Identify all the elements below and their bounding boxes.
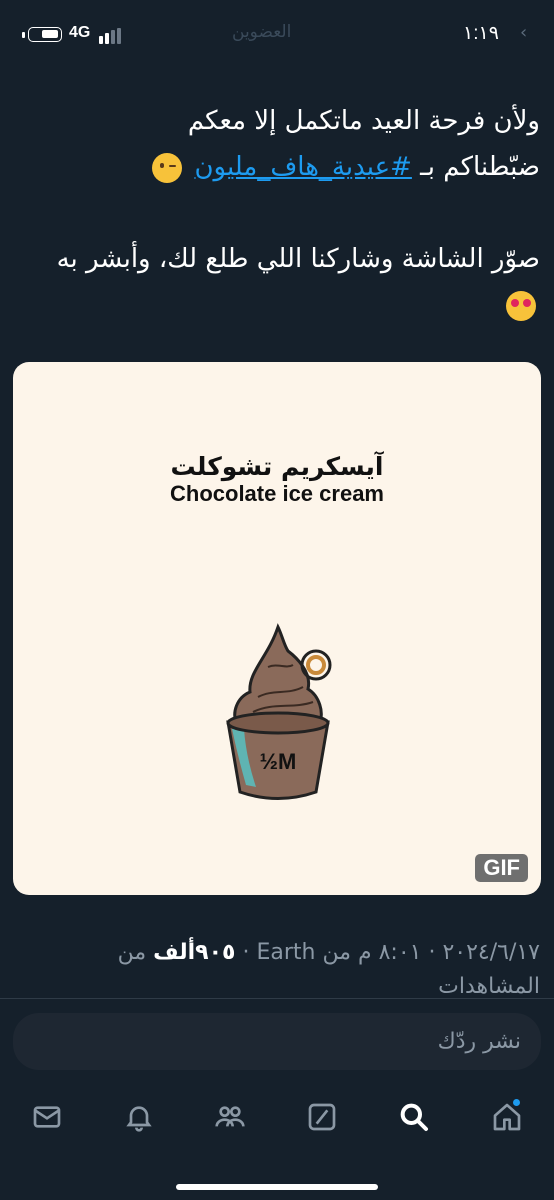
tweet-line-4 xyxy=(10,282,540,328)
hashtag-link[interactable]: #عيدية_هاف_مليون xyxy=(194,152,411,182)
faded-header-title: العضوين xyxy=(232,22,292,42)
media-title-arabic: آيسكريم تشوكلت xyxy=(170,452,384,481)
media-title-english: Chocolate ice cream xyxy=(170,481,384,506)
search-icon[interactable] xyxy=(392,1095,436,1139)
network-type: 4G xyxy=(69,24,91,41)
gif-media[interactable]: آيسكريم تشوكلت Chocolate ice cream ½M GI… xyxy=(13,362,541,895)
divider xyxy=(0,998,554,999)
battery-icon xyxy=(28,27,62,42)
tweet-line-1: ولأن فرحة العيد ماتكمل إلا معكم xyxy=(187,106,540,136)
mail-icon[interactable] xyxy=(25,1095,69,1139)
communities-icon[interactable] xyxy=(208,1095,252,1139)
bell-icon[interactable] xyxy=(117,1095,161,1139)
heart-eyes-face-icon xyxy=(506,290,536,321)
back-chevron-icon[interactable]: ‹ xyxy=(520,22,527,43)
tweet-date-time: ٢٠٢٤/٦/١٧ · ٨:٠١ م من Earth · xyxy=(235,940,540,965)
tweet-text: ولأن فرحة العيد ماتكمل إلا معكم ضبّطناكم… xyxy=(10,98,540,328)
tweet-meta: ٢٠٢٤/٦/١٧ · ٨:٠١ م من Earth · ٩٠٥ألف من … xyxy=(10,936,540,1004)
home-indicator[interactable] xyxy=(176,1184,378,1190)
cup-logo: ½M xyxy=(260,749,297,774)
views-count: ٩٠٥ألف xyxy=(153,940,236,965)
reply-placeholder: نشر ردّك xyxy=(437,1029,521,1054)
bottom-nav xyxy=(0,1085,554,1150)
tweet-line-2-prefix: ضبّطناكم بـ xyxy=(411,152,540,182)
gif-badge: GIF xyxy=(475,854,528,882)
ice-cream-cup-icon: ½M xyxy=(226,623,332,800)
grok-icon[interactable] xyxy=(300,1095,344,1139)
status-time: ١:١٩ xyxy=(463,23,499,44)
tweet-line-3: صوّر الشاشة وشاركنا اللي طلع لك، وأبشر ب… xyxy=(56,244,540,274)
home-icon[interactable] xyxy=(485,1095,529,1139)
tweet-line-2: ضبّطناكم بـ #عيدية_هاف_مليون xyxy=(10,144,540,190)
reply-input[interactable]: نشر ردّك xyxy=(13,1013,541,1070)
battery-cap xyxy=(22,32,25,38)
status-bar: ١:١٩ ‹ العضوين 4G xyxy=(0,0,554,70)
signal-icon xyxy=(99,28,127,44)
winking-face-icon xyxy=(152,152,183,183)
